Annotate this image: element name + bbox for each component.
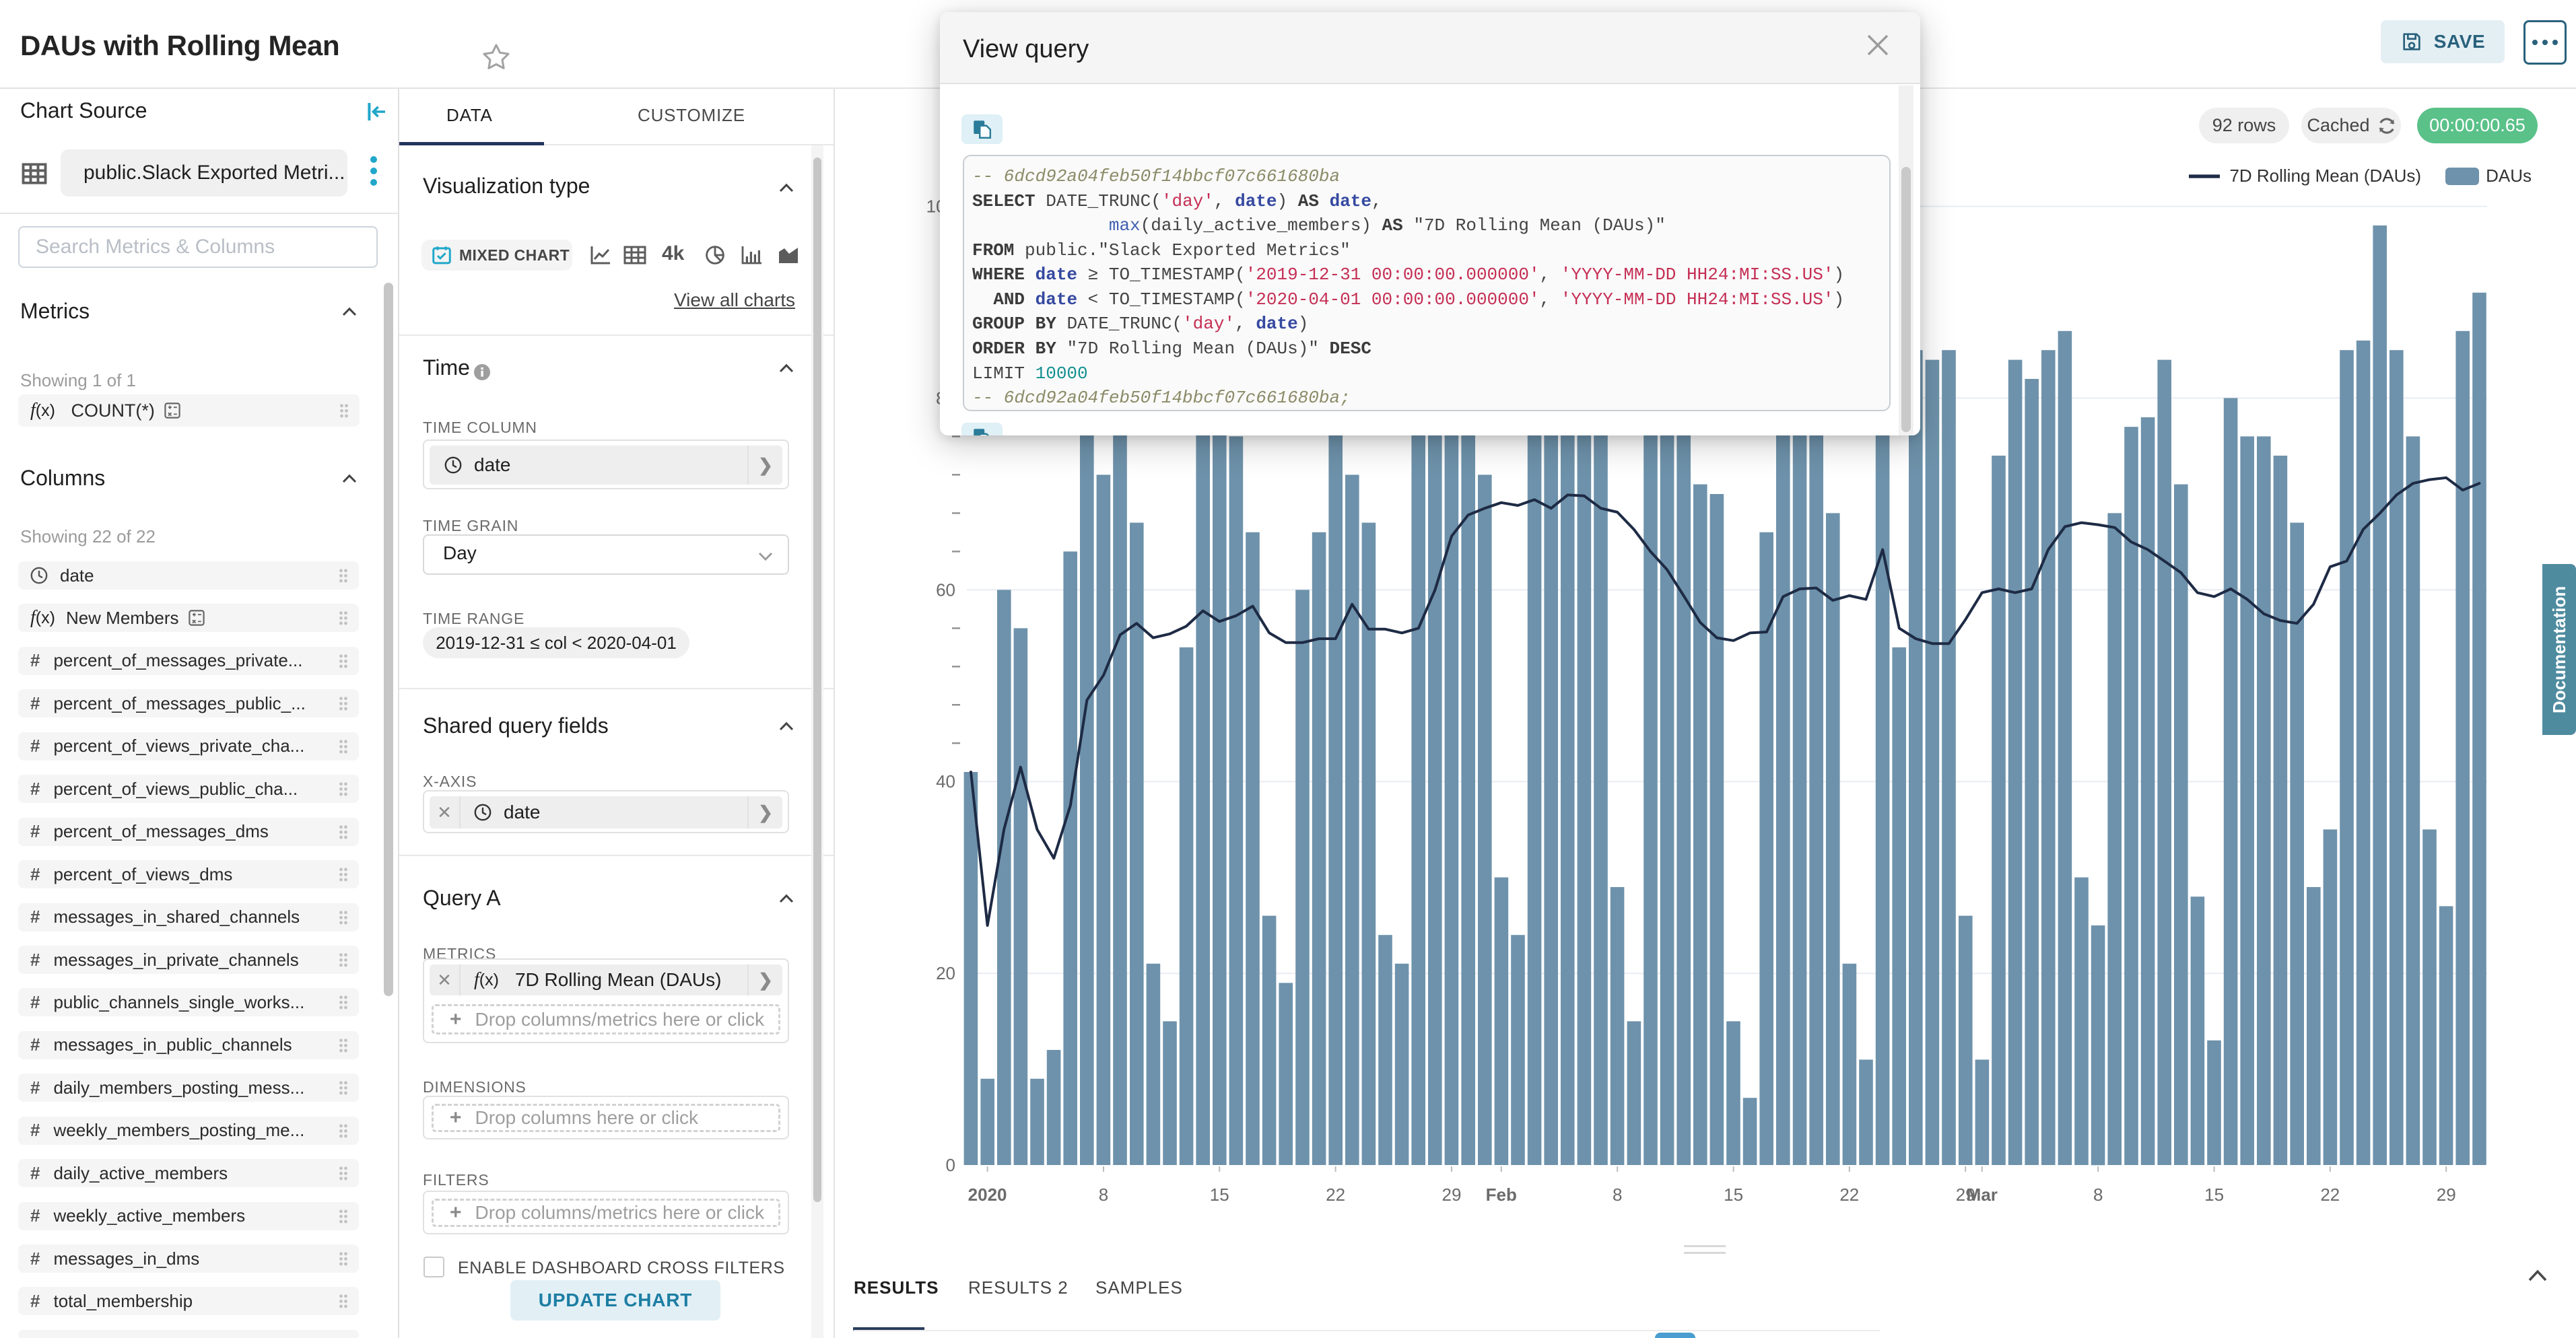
svg-text:15: 15 — [1724, 1185, 1743, 1205]
svg-text:Mar: Mar — [1967, 1185, 1998, 1205]
svg-text:22: 22 — [1326, 1185, 1345, 1205]
svg-text:15: 15 — [2204, 1185, 2224, 1205]
svg-text:8: 8 — [1613, 1185, 1622, 1205]
svg-text:15: 15 — [1210, 1185, 1229, 1205]
svg-text:Feb: Feb — [1486, 1185, 1517, 1205]
svg-text:2020: 2020 — [968, 1185, 1007, 1205]
svg-text:0: 0 — [946, 1155, 955, 1175]
svg-text:60: 60 — [936, 579, 955, 600]
svg-text:8: 8 — [2093, 1185, 2103, 1205]
svg-text:22: 22 — [1839, 1185, 1859, 1205]
svg-text:29: 29 — [2437, 1185, 2456, 1205]
svg-text:29: 29 — [1442, 1185, 1462, 1205]
svg-text:8: 8 — [1099, 1185, 1108, 1205]
svg-text:22: 22 — [2320, 1185, 2340, 1205]
svg-text:40: 40 — [936, 771, 955, 791]
svg-text:20: 20 — [936, 963, 955, 983]
